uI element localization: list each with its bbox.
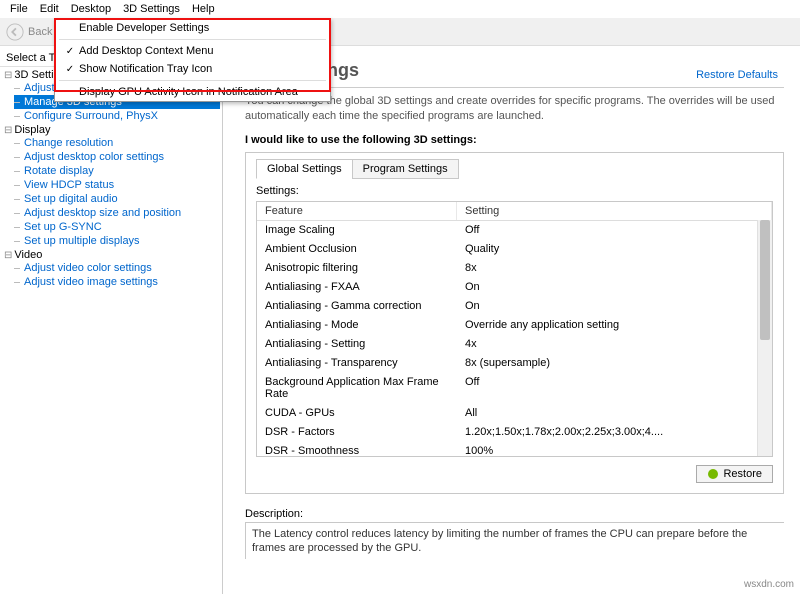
menu-item-enable-developer[interactable]: Enable Developer Settings [55,19,330,37]
menu-separator [59,39,326,40]
table-row[interactable]: DSR - Smoothness100% [257,442,772,457]
check-icon: ✓ [61,64,79,75]
restore-defaults-link[interactable]: Restore Defaults [696,69,778,81]
table-row[interactable]: Antialiasing - Setting4x [257,335,772,354]
restore-button[interactable]: Restore [696,465,773,483]
tree-category[interactable]: Video [2,249,220,261]
back-button[interactable]: Back ▾ [6,23,60,41]
table-row[interactable]: CUDA - GPUsAll [257,404,772,423]
menu-edit[interactable]: Edit [34,2,65,16]
menu-file[interactable]: File [4,2,34,16]
table-row[interactable]: Antialiasing - Gamma correctionOn [257,297,772,316]
tree-item[interactable]: Adjust video color settings [14,261,220,275]
table-row[interactable]: Background Application Max Frame RateOff [257,373,772,404]
check-icon: ✓ [61,46,79,57]
tabs: Global Settings Program Settings [256,159,773,179]
settings-box-label: I would like to use the following 3D set… [245,134,784,146]
tab-global-settings[interactable]: Global Settings [256,159,353,179]
settings-table: Feature Setting Image ScalingOffAmbient … [256,201,773,457]
back-label: Back [28,26,52,38]
description-label: Description: [245,508,784,520]
column-setting[interactable]: Setting [457,202,772,220]
scroll-thumb[interactable] [760,220,770,340]
table-row[interactable]: Ambient OcclusionQuality [257,240,772,259]
watermark: wsxdn.com [744,579,794,590]
nvidia-icon [707,468,719,480]
menu-3d-settings[interactable]: 3D Settings [117,2,186,16]
tree-category[interactable]: Display [2,124,220,136]
menu-item-show-tray[interactable]: ✓ Show Notification Tray Icon [55,60,330,78]
tree-item[interactable]: Adjust desktop color settings [14,150,220,164]
column-feature[interactable]: Feature [257,202,457,220]
menu-item-add-context[interactable]: ✓ Add Desktop Context Menu [55,42,330,60]
sidebar: Select a Tas 3D SettingsAdjustManage 3D … [0,46,223,594]
back-arrow-icon [6,23,24,41]
menu-desktop[interactable]: Desktop [65,2,117,16]
table-row[interactable]: Image ScalingOff [257,221,772,240]
menubar: File Edit Desktop 3D Settings Help [0,0,800,18]
desktop-dropdown-menu: Enable Developer Settings ✓ Add Desktop … [54,18,331,102]
table-row[interactable]: Antialiasing - ModeOverride any applicat… [257,316,772,335]
main-panel: e 3D Settings Restore Defaults You can c… [223,46,800,594]
tree-item[interactable]: Change resolution [14,136,220,150]
menu-separator [59,80,326,81]
tree-item[interactable]: Set up G-SYNC [14,220,220,234]
table-row[interactable]: Antialiasing - Transparency8x (supersamp… [257,354,772,373]
tab-program-settings[interactable]: Program Settings [352,159,459,179]
tree-item[interactable]: Rotate display [14,164,220,178]
menu-help[interactable]: Help [186,2,221,16]
nav-tree: 3D SettingsAdjustManage 3D settingsConfi… [0,69,222,289]
tree-item[interactable]: Set up digital audio [14,192,220,206]
description-text: The Latency control reduces latency by l… [245,522,784,560]
tree-item[interactable]: Set up multiple displays [14,234,220,248]
settings-box: Global Settings Program Settings Setting… [245,152,784,494]
table-row[interactable]: Anisotropic filtering8x [257,259,772,278]
tree-item[interactable]: View HDCP status [14,178,220,192]
settings-label: Settings: [256,185,773,197]
tree-item[interactable]: Adjust desktop size and position [14,206,220,220]
tree-item[interactable]: Adjust video image settings [14,275,220,289]
scrollbar[interactable] [757,220,772,456]
tree-item[interactable]: Configure Surround, PhysX [14,109,220,123]
table-row[interactable]: Antialiasing - FXAAOn [257,278,772,297]
table-row[interactable]: DSR - Factors1.20x;1.50x;1.78x;2.00x;2.2… [257,423,772,442]
menu-item-gpu-activity[interactable]: Display GPU Activity Icon in Notificatio… [55,83,330,101]
